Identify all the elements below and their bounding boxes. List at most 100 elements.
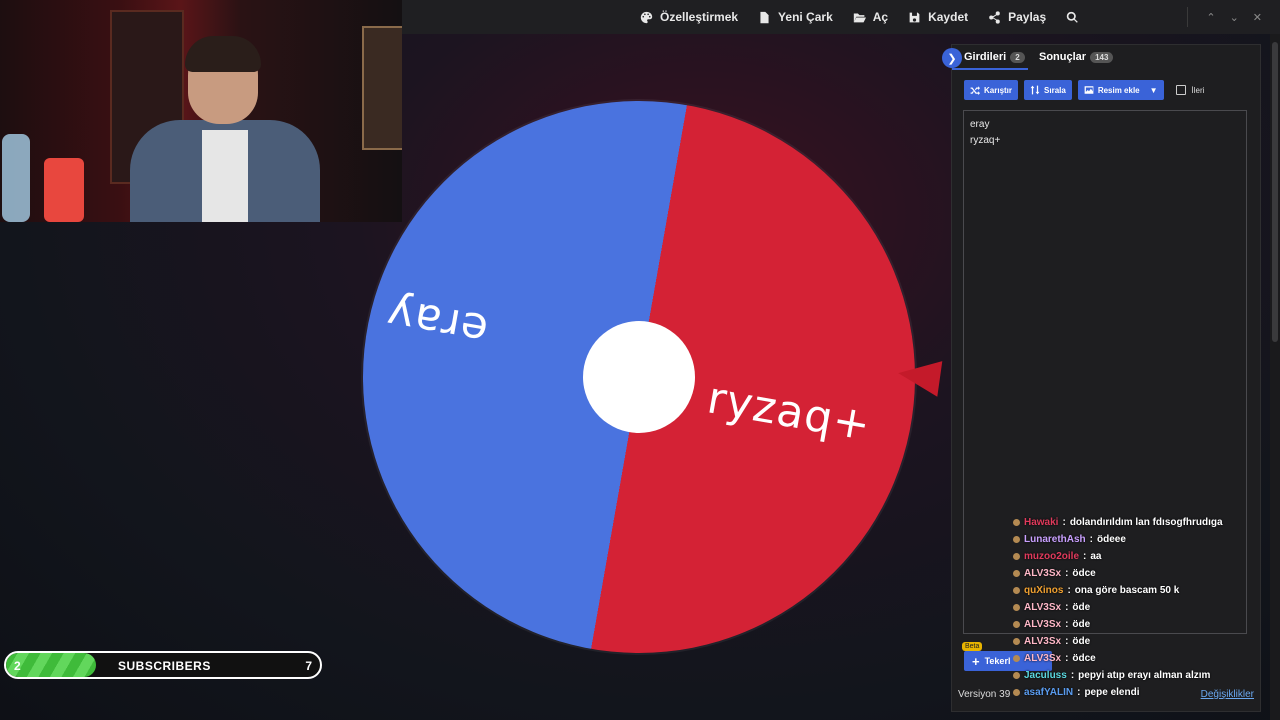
webcam-overlay	[0, 0, 402, 222]
file-icon	[760, 11, 769, 23]
stream-chat-overlay: Hawaki: dolandırıldım lan fdısogfhrudıga L…	[1013, 514, 1273, 701]
chat-text: öde	[1072, 602, 1091, 613]
chevron-down-icon[interactable]: ⌄	[1230, 11, 1239, 24]
share-icon	[989, 10, 1000, 24]
chevron-down-icon: ▼	[1149, 85, 1158, 95]
wheel-center-button[interactable]	[583, 321, 695, 433]
tab-entries[interactable]: Girdileri 2	[964, 51, 1025, 63]
top-menu-bar: Özelleştirmek Yeni Çark Aç Kaydet Paylaş…	[402, 0, 1280, 34]
beta-badge: Beta	[962, 642, 983, 651]
chat-separator: :	[1089, 534, 1094, 545]
folder-open-icon	[853, 12, 866, 22]
sort-icon	[1030, 85, 1040, 95]
chat-username: muzoo2oile	[1024, 551, 1080, 562]
entry-line: eray	[970, 119, 990, 130]
chat-message: muzoo2oile: aa	[1013, 548, 1273, 565]
chat-separator: :	[1083, 551, 1087, 562]
results-count-badge: 143	[1090, 51, 1114, 63]
share-button[interactable]: Paylaş	[978, 0, 1056, 34]
customize-label: Özelleştirmek	[660, 10, 739, 24]
chat-text: öde	[1072, 619, 1091, 630]
window-controls: ⌃ ⌄ ✕	[1206, 0, 1262, 34]
chat-message: ALV3Sx: öde	[1013, 633, 1273, 650]
subscriber-goal-count: 7	[305, 659, 312, 673]
chat-username: ALV3Sx	[1024, 653, 1062, 664]
chat-badge-icon	[1013, 519, 1020, 526]
subscriber-current-count: 2	[14, 659, 21, 673]
chat-message: quXinos: ona göre bascam 50 k	[1013, 582, 1273, 599]
chat-text: öde	[1072, 636, 1091, 647]
chat-username: quXinos	[1024, 585, 1064, 596]
chat-text: ödce	[1072, 653, 1096, 664]
chat-text: ödce	[1072, 568, 1096, 579]
chat-text: aa	[1090, 551, 1102, 562]
wheel-pointer-icon	[895, 355, 943, 397]
open-button[interactable]: Aç	[843, 0, 898, 34]
chat-badge-icon	[1013, 604, 1020, 611]
webcam-bottle	[2, 134, 30, 222]
chat-separator: :	[1067, 585, 1071, 596]
chat-username: ALV3Sx	[1024, 568, 1062, 579]
scrollbar-thumb[interactable]	[1272, 42, 1278, 342]
chat-message: Hawaki: dolandırıldım lan fdısogfhrudıga	[1013, 514, 1273, 531]
checkbox-box[interactable]	[1175, 85, 1186, 95]
chat-badge-icon	[1013, 655, 1020, 662]
chat-message: ALV3Sx: öde	[1013, 599, 1273, 616]
streamer-shirt	[202, 130, 248, 222]
chevron-up-icon[interactable]: ⌃	[1206, 11, 1215, 24]
chat-badge-icon	[1013, 536, 1020, 543]
chat-message: asafYALIN: pepe elendi	[1013, 684, 1273, 701]
chat-message: ALV3Sx: öde	[1013, 616, 1273, 633]
entry-line: ryzaq+	[970, 135, 1001, 146]
customize-button[interactable]: Özelleştirmek	[630, 0, 748, 34]
chat-message: LunarethAsh: ödeee	[1013, 531, 1273, 548]
subscriber-label: SUBSCRIBERS	[118, 659, 211, 673]
advanced-checkbox[interactable]: İleri	[1175, 85, 1205, 95]
chat-badge-icon	[1013, 621, 1020, 628]
chat-separator: :	[1070, 670, 1075, 681]
chat-username: ALV3Sx	[1024, 602, 1062, 613]
chat-username: Jaculuss	[1024, 670, 1067, 681]
new-wheel-label: Yeni Çark	[778, 10, 833, 24]
close-icon[interactable]: ✕	[1253, 11, 1262, 24]
chat-text: pepe elendi	[1084, 687, 1140, 698]
chat-username: asafYALIN	[1024, 687, 1074, 698]
chat-badge-icon	[1013, 553, 1020, 560]
shuffle-label: Karıştır	[984, 85, 1013, 95]
main-menu: Özelleştirmek Yeni Çark Aç Kaydet Paylaş	[630, 0, 1089, 34]
sort-label: Sırala	[1044, 85, 1066, 95]
tab-results-label: Sonuçlar	[1039, 51, 1087, 63]
webcam-lamp	[44, 158, 84, 222]
add-image-label: Resim ekle	[1097, 85, 1140, 95]
shuffle-icon	[970, 86, 980, 95]
chat-separator: :	[1065, 568, 1069, 579]
chat-separator: :	[1077, 687, 1081, 698]
subscriber-goal-bar: 2 SUBSCRIBERS 7	[4, 651, 322, 679]
chat-username: ALV3Sx	[1024, 619, 1062, 630]
chat-separator: :	[1065, 653, 1069, 664]
add-image-button[interactable]: Resim ekle ▼	[1077, 80, 1164, 100]
add-wheel-label: Tekerl	[984, 656, 1011, 666]
open-label: Aç	[872, 10, 889, 24]
search-button[interactable]	[1056, 0, 1089, 34]
chat-message: ALV3Sx: ödce	[1013, 650, 1273, 667]
chat-username: Hawaki	[1024, 517, 1059, 528]
collapse-panel-chevron-icon[interactable]: ❯	[942, 48, 962, 68]
new-wheel-button[interactable]: Yeni Çark	[748, 0, 843, 34]
save-label: Kaydet	[928, 10, 969, 24]
palette-icon	[640, 11, 653, 23]
sort-button[interactable]: Sırala	[1024, 80, 1072, 100]
shuffle-button[interactable]: Karıştır	[964, 80, 1019, 100]
version-text: Versiyon 39	[958, 689, 1011, 700]
entries-count-badge: 2	[1010, 51, 1025, 63]
chat-separator: :	[1065, 602, 1069, 613]
active-tab-indicator	[952, 68, 1028, 70]
tab-results[interactable]: Sonuçlar 143	[1039, 51, 1114, 63]
chat-badge-icon	[1013, 570, 1020, 577]
chat-separator: :	[1065, 619, 1069, 630]
advanced-label: İleri	[1191, 85, 1205, 95]
save-button[interactable]: Kaydet	[898, 0, 978, 34]
chat-username: LunarethAsh	[1024, 534, 1086, 545]
chat-separator: :	[1062, 517, 1066, 528]
plus-icon: +	[972, 653, 980, 669]
